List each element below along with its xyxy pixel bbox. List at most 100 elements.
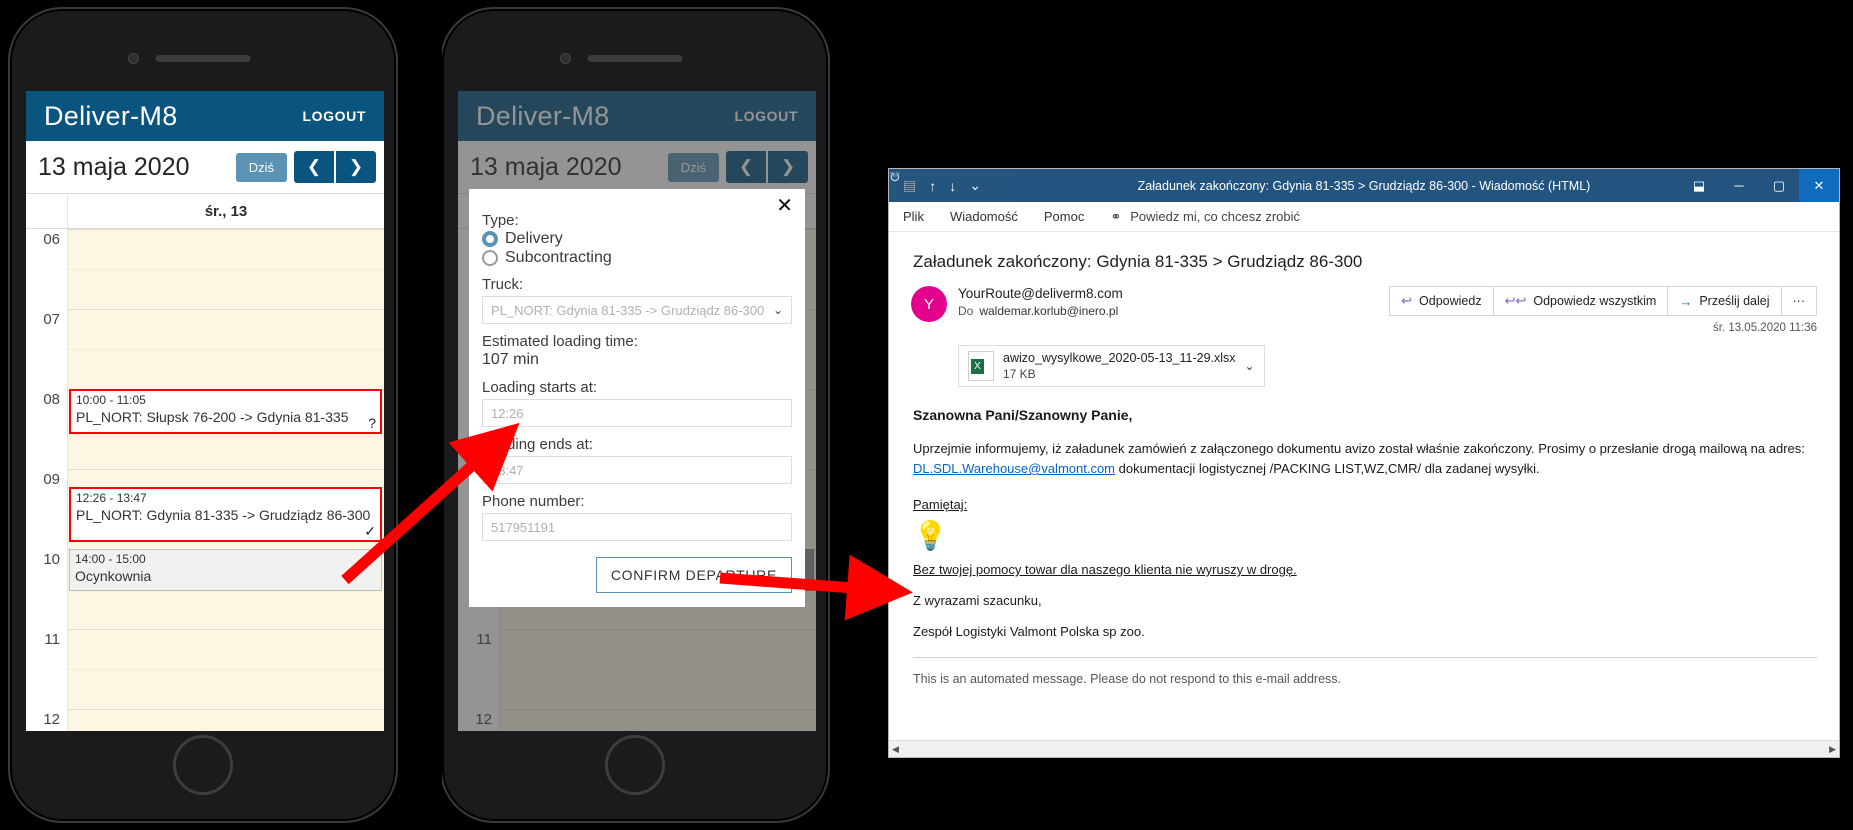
tell-me-search[interactable]: ⚭ Powiedz mi, co chcesz zrobić (1110, 209, 1300, 225)
type-label: Type: (482, 212, 519, 229)
email-paragraph-1-after: dokumentacji logistycznej /PACKING LIST,… (1118, 461, 1540, 476)
hour-label: 08 (26, 389, 68, 429)
phone-speaker-icon (587, 55, 683, 62)
hour-label: 12 (26, 709, 68, 731)
phone-number-label: Phone number: (482, 493, 585, 510)
reply-icon: ↩ (1401, 293, 1413, 308)
menu-item-plik[interactable]: Plik (903, 209, 924, 224)
message-timestamp: śr. 13.05.2020 11:36 (1712, 322, 1817, 334)
event-status-question-icon: ? (368, 415, 376, 431)
radio-delivery-icon[interactable] (482, 231, 498, 247)
email-remember-label: Pamiętaj: (913, 497, 968, 512)
phone-camera-icon (560, 53, 571, 64)
lightbulb-icon: ⚭ (1110, 208, 1122, 224)
loading-ends-label: Loading ends at: (482, 436, 593, 453)
reply-button-group: ↩ Odpowiedz ↩↩ Odpowiedz wszystkim → Prz… (1389, 286, 1817, 316)
truck-label: Truck: (482, 276, 524, 293)
departure-dialog: ✕ Type: Delivery Subcontracting Truck: P… (469, 189, 805, 607)
radio-option-subcontracting[interactable]: Subcontracting (482, 249, 792, 267)
app-header: Deliver-M8 LOGOUT (26, 91, 384, 141)
logout-button[interactable]: LOGOUT (303, 108, 366, 124)
hour-gutter (26, 349, 68, 389)
attachment-info: awizo_wysylkowe_2020-05-13_11-29.xlsx 17… (1003, 351, 1236, 381)
scroll-right-arrow-icon[interactable]: ▶ (1829, 744, 1836, 755)
recipient-address: waldemar.korlub@inero.pl (979, 304, 1119, 318)
email-highlight-note: Bez twojej pomocy towar dla naszego klie… (913, 562, 1297, 577)
phone-speaker-icon (155, 55, 251, 62)
previous-item-icon[interactable]: ↑ (929, 178, 936, 194)
menu-item-pomoc[interactable]: Pomoc (1044, 209, 1084, 224)
radio-option-delivery[interactable]: Delivery (482, 230, 792, 248)
hour-gutter (26, 429, 68, 469)
calendar-header: śr., 13 (26, 193, 384, 229)
today-button[interactable]: Dziś (235, 152, 287, 182)
customize-toolbar-icon[interactable]: ⌄ (969, 177, 981, 194)
window-controls: ⬓ ─ ▢ ✕ (1679, 169, 1839, 202)
truck-select[interactable]: PL_NORT: Gdynia 81-335 -> Grudziądz 86-3… (482, 296, 792, 324)
hour-label: 09 (26, 469, 68, 509)
attachment-chevron-down-icon[interactable]: ⌄ (1245, 359, 1255, 373)
calendar-event-delivery-2[interactable]: 12:26 - 13:47 PL_NORT: Gdynia 81-335 -> … (69, 487, 382, 542)
menu-item-wiadomosc[interactable]: Wiadomość (950, 209, 1018, 224)
reply-button[interactable]: ↩ Odpowiedz (1390, 287, 1494, 315)
hour-gutter (26, 669, 68, 709)
loading-starts-label: Loading starts at: (482, 379, 598, 396)
hour-gutter (26, 269, 68, 309)
close-icon[interactable]: ✕ (776, 196, 793, 216)
confirm-departure-button[interactable]: CONFIRM DEPARTURE (595, 557, 792, 593)
close-window-icon[interactable]: ✕ (1799, 169, 1839, 202)
estimated-loading-time-value: 107 min (482, 351, 539, 368)
phone-device-calendar: Deliver-M8 LOGOUT 13 maja 2020 Dziś ❮ ❯ … (8, 7, 398, 823)
loading-starts-input[interactable]: 12:26 (482, 399, 792, 427)
email-regards: Z wyrazami szacunku, (913, 593, 1042, 608)
recipient-row: Do waldemar.korlub@inero.pl (958, 304, 1123, 318)
prev-day-button[interactable]: ❮ (294, 151, 334, 183)
hour-label: 06 (26, 229, 68, 269)
phone-device-dialog: Deliver-M8 LOGOUT 13 maja 2020 Dziś ❮ ❯ … (440, 7, 830, 823)
outlook-menu-bar: Plik Wiadomość Pomoc ⚭ Powiedz mi, co ch… (889, 202, 1839, 232)
outlook-message-window: ▤ ↺ ↻ ↑ ↓ ⌄ Załadunek zakończony: Gdynia… (888, 168, 1840, 758)
forward-icon: → (1679, 293, 1693, 309)
phone-home-button[interactable] (173, 735, 233, 795)
radio-subcontracting-label: Subcontracting (505, 249, 612, 266)
phones-area: Deliver-M8 LOGOUT 13 maja 2020 Dziś ❮ ❯ … (0, 0, 850, 830)
phone-number-input[interactable]: 517951191 (482, 513, 792, 541)
phone-home-button[interactable] (605, 735, 665, 795)
horizontal-scrollbar[interactable]: ◀ ▶ (889, 740, 1839, 757)
calendar-event-delivery-1[interactable]: 10:00 - 11:05 PL_NORT: Słupsk 76-200 -> … (69, 389, 382, 434)
phone2-screen: Deliver-M8 LOGOUT 13 maja 2020 Dziś ❮ ❯ … (458, 91, 816, 731)
event-time: 12:26 - 13:47 (76, 491, 147, 505)
event-description: PL_NORT: Gdynia 81-335 -> Grudziądz 86-3… (76, 507, 371, 523)
radio-delivery-label: Delivery (505, 230, 563, 247)
message-header-row: Y YourRoute@deliverm8.com Do waldemar.kor… (911, 286, 1817, 334)
minimize-icon[interactable]: ─ (1719, 169, 1759, 202)
reply-all-button[interactable]: ↩↩ Odpowiedz wszystkim (1494, 287, 1669, 315)
more-actions-button[interactable]: ··· (1782, 287, 1817, 315)
scroll-left-arrow-icon[interactable]: ◀ (892, 744, 899, 755)
attachment-item[interactable]: awizo_wysylkowe_2020-05-13_11-29.xlsx 17… (958, 345, 1265, 387)
email-greeting: Szanowna Pani/Szanowny Panie, (913, 407, 1133, 423)
hour-label: 11 (26, 629, 68, 669)
radio-subcontracting-icon[interactable] (482, 250, 498, 266)
excel-file-icon (968, 351, 994, 381)
next-item-icon[interactable]: ↓ (949, 178, 956, 194)
app-date-toolbar: 13 maja 2020 Dziś ❮ ❯ (26, 141, 384, 193)
event-time: 10:00 - 11:05 (76, 393, 146, 407)
email-paragraph-1: Uprzejmie informujemy, iż załadunek zamó… (913, 439, 1817, 479)
date-nav-group: ❮ ❯ (294, 151, 376, 183)
outlook-title-bar[interactable]: ▤ ↺ ↻ ↑ ↓ ⌄ Załadunek zakończony: Gdynia… (889, 169, 1839, 202)
calendar-event-ocynkownia[interactable]: 14:00 - 15:00 Ocynkownia (69, 549, 382, 591)
chevron-down-icon: ⌄ (772, 303, 783, 317)
warehouse-email-link[interactable]: DL.SDL.Warehouse@valmont.com (913, 461, 1115, 476)
next-day-button[interactable]: ❯ (336, 151, 376, 183)
calendar-events: 10:00 - 11:05 PL_NORT: Słupsk 76-200 -> … (69, 229, 384, 731)
sender-address[interactable]: YourRoute@deliverm8.com (958, 286, 1123, 301)
maximize-icon[interactable]: ▢ (1759, 169, 1799, 202)
hour-label: 10 (26, 549, 68, 589)
ribbon-display-icon[interactable]: ⬓ (1679, 169, 1719, 202)
loading-ends-input[interactable]: 13:47 (482, 456, 792, 484)
forward-button[interactable]: → Prześlij dalej (1668, 287, 1782, 315)
attachment-size: 17 KB (1003, 367, 1036, 381)
email-automated-footer: This is an automated message. Please do … (913, 672, 1342, 686)
hour-label: 07 (26, 309, 68, 349)
